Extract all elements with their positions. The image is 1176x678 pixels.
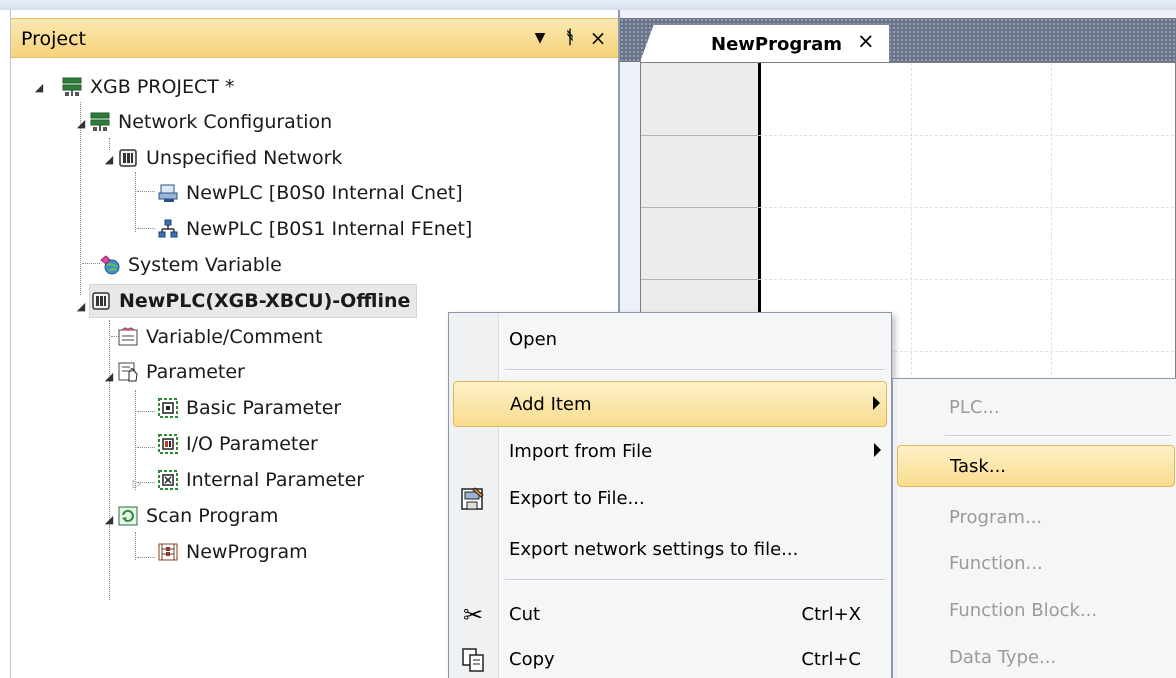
- tree-item-label: NewPLC(XGB-XBCU)-Offline: [119, 290, 411, 312]
- tree-item-label: Unspecified Network: [146, 147, 343, 169]
- menu-item-import-from-file[interactable]: Import from File: [453, 429, 887, 475]
- menu-item-label: Copy: [509, 649, 555, 670]
- tree-item-system-variable[interactable]: System Variable: [99, 248, 282, 282]
- submenu-item-label: Program...: [949, 507, 1043, 528]
- collapse-toggle-icon[interactable]: ◢: [33, 82, 45, 94]
- tab-label: NewProgram: [711, 34, 843, 55]
- tree-item-variable-comment[interactable]: Variable/Comment: [117, 320, 322, 354]
- tree-item-label: Parameter: [146, 361, 245, 383]
- submenu-item-task[interactable]: Task...: [897, 445, 1175, 487]
- submenu-item-function-block: Function Block...: [897, 590, 1175, 632]
- submenu-item-data-type: Data Type...: [897, 637, 1175, 678]
- tree-item-label: XGB PROJECT *: [90, 76, 235, 98]
- submenu-item-label: PLC...: [949, 397, 1000, 418]
- menu-item-copy[interactable]: Copy Ctrl+C: [453, 637, 887, 678]
- panel-pin-icon[interactable]: ᚬ: [557, 23, 583, 53]
- context-menu: Open Add Item Import from File Export to…: [448, 312, 892, 678]
- tree-item-basic-parameter[interactable]: Basic Parameter: [157, 391, 341, 425]
- network-config-icon: [89, 111, 111, 133]
- fenet-icon: [158, 219, 178, 238]
- tree-item-label: Internal Parameter: [186, 469, 365, 491]
- tree-item-label: NewPLC [B0S0 Internal Cnet]: [186, 182, 463, 204]
- menu-item-label: Open: [509, 329, 558, 350]
- collapse-toggle-icon[interactable]: ◢: [75, 118, 87, 130]
- export-icon: [461, 487, 484, 510]
- submenu-item-function: Function...: [897, 543, 1175, 585]
- collapse-toggle-icon[interactable]: ◢: [103, 514, 115, 526]
- tree-item-internal-parameter[interactable]: Internal Parameter: [157, 463, 364, 497]
- menu-separator: [505, 369, 885, 371]
- collapse-toggle-icon[interactable]: ◢: [103, 371, 115, 383]
- menu-item-label: Export to File...: [509, 488, 645, 509]
- cnet-icon: [158, 184, 178, 202]
- project-panel-header: Project ▼ ᚬ ×: [11, 18, 619, 58]
- tree-item-label: Variable/Comment: [146, 326, 323, 348]
- menu-item-cut[interactable]: ✂ Cut Ctrl+X: [453, 592, 887, 638]
- document-tab-strip: NewProgram ×: [620, 18, 1176, 62]
- tree-item-unspecified-network[interactable]: Unspecified Network: [117, 141, 342, 175]
- tree-item-label: NewProgram: [186, 541, 308, 563]
- submenu-item-program: Program...: [897, 497, 1175, 539]
- io-parameter-icon: [158, 434, 178, 454]
- menu-item-label: Add Item: [510, 394, 592, 415]
- menu-separator: [505, 579, 885, 581]
- tree-item-label: I/O Parameter: [186, 433, 318, 455]
- tree-item-label: System Variable: [128, 254, 282, 276]
- tab-newprogram[interactable]: NewProgram ×: [640, 24, 890, 62]
- tree-item-newprogram[interactable]: NewProgram: [157, 535, 308, 569]
- tree-item-scan-program[interactable]: Scan Program: [117, 499, 278, 533]
- menu-item-label: Export network settings to file...: [509, 539, 799, 560]
- submenu-item-plc: PLC...: [897, 387, 1175, 429]
- menu-item-shortcut: Ctrl+X: [801, 604, 861, 625]
- menu-item-shortcut: Ctrl+C: [801, 649, 861, 670]
- basic-parameter-icon: [158, 398, 178, 418]
- menu-item-export-to-file[interactable]: Export to File...: [453, 476, 887, 522]
- ladder-program-icon: [158, 543, 178, 561]
- menu-separator: [945, 435, 1171, 437]
- plc-icon: [117, 147, 139, 169]
- tree-item-parameter[interactable]: Parameter: [117, 355, 245, 389]
- add-item-submenu: PLC... Task... Program... Function... Fu…: [892, 378, 1176, 678]
- plc-icon: [90, 290, 112, 312]
- system-variable-icon: [100, 255, 120, 275]
- window-top-frame: [0, 0, 1176, 10]
- scissors-icon: ✂: [462, 601, 484, 629]
- tree-item-xgb-project[interactable]: XGB PROJECT *: [61, 70, 234, 104]
- menu-item-open[interactable]: Open: [453, 317, 887, 363]
- panel-dropdown-icon[interactable]: ▼: [527, 23, 553, 53]
- submenu-arrow-icon: [873, 396, 880, 410]
- tree-item-label: Network Configuration: [118, 111, 333, 133]
- parameter-icon: [118, 362, 138, 382]
- menu-item-label: Cut: [509, 604, 541, 625]
- tree-item-fenet[interactable]: NewPLC [B0S1 Internal FEnet]: [157, 212, 472, 246]
- project-icon: [61, 76, 83, 98]
- tree-item-label: NewPLC [B0S1 Internal FEnet]: [186, 218, 473, 240]
- project-panel-title: Project: [21, 28, 87, 50]
- collapse-toggle-icon[interactable]: ◢: [75, 301, 87, 313]
- submenu-item-label: Task...: [950, 456, 1007, 477]
- collapse-toggle-icon[interactable]: ◢: [103, 154, 115, 166]
- submenu-item-label: Data Type...: [949, 647, 1057, 668]
- tree-item-newplc-selected[interactable]: NewPLC(XGB-XBCU)-Offline: [89, 284, 418, 318]
- tree-item-cnet[interactable]: NewPLC [B0S0 Internal Cnet]: [157, 176, 463, 210]
- tree-item-label: Basic Parameter: [186, 397, 342, 419]
- menu-item-add-item[interactable]: Add Item: [453, 381, 887, 427]
- expand-toggle-icon[interactable]: ▷: [131, 478, 143, 490]
- submenu-item-label: Function Block...: [949, 600, 1098, 621]
- menu-item-export-network-settings[interactable]: Export network settings to file...: [453, 527, 887, 573]
- tree-item-label: Scan Program: [146, 505, 279, 527]
- submenu-arrow-icon: [874, 443, 881, 457]
- copy-icon: [462, 648, 484, 672]
- scan-program-icon: [118, 506, 138, 526]
- variable-comment-icon: [118, 327, 138, 346]
- panel-close-icon[interactable]: ×: [585, 23, 611, 53]
- tree-item-network-configuration[interactable]: Network Configuration: [89, 105, 332, 139]
- tree-item-io-parameter[interactable]: I/O Parameter: [157, 427, 318, 461]
- tab-close-icon[interactable]: ×: [857, 29, 875, 53]
- submenu-item-label: Function...: [949, 553, 1043, 574]
- internal-parameter-icon: [158, 470, 178, 490]
- menu-item-label: Import from File: [509, 441, 653, 462]
